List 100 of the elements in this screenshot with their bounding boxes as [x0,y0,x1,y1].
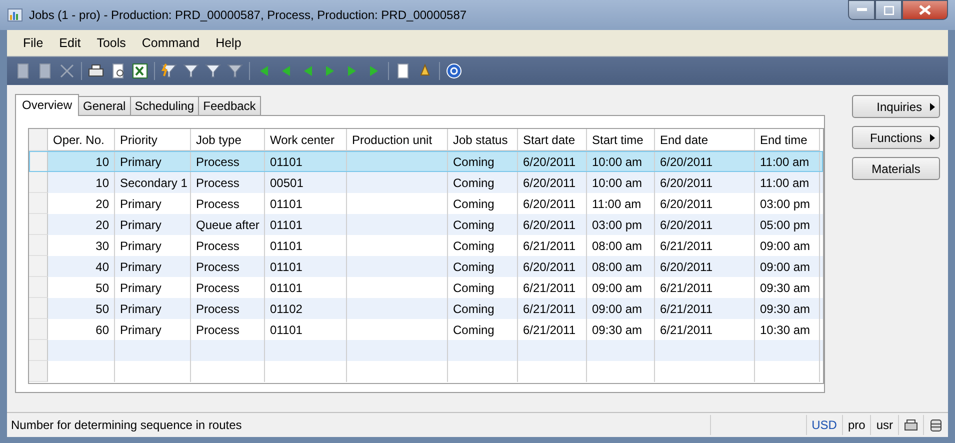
table-cell: Primary [120,322,162,336]
table-cell: 01102 [270,302,302,316]
table-cell: Process [196,280,240,294]
table-cell: 30 [96,238,109,252]
table-cell: 01101 [270,196,302,210]
table-cell: Secondary 1 [120,176,188,190]
table-cell: Coming [453,238,494,252]
table-cell: 05:00 pm [760,218,810,232]
table-cell: Coming [453,218,494,232]
table-row[interactable]: 10 Secondary 1 Process 00501 Coming 6/20/2011 10:00 am 6/20/2011 11:00 am [29,172,823,193]
table-cell: 6/20/2011 [523,154,576,168]
table-row[interactable]: 20 Primary Queue after 01101 Coming 6/20/2011 03:00 pm 6/20/2011 05:00 pm [29,214,823,235]
table-cell: 08:00 am [592,238,642,252]
table-cell: 01101 [270,218,302,232]
table-cell: 10:00 am [592,176,642,190]
table-cell: 6/21/2011 [660,238,712,252]
menu-item[interactable]: Help [208,36,250,50]
table-cell: 6/20/2011 [660,260,712,274]
table-cell: Process [196,196,240,210]
table-row[interactable]: 50 Primary Process 01102 Coming 6/21/2011 09:00 am 6/21/2011 09:30 am [29,298,823,319]
table-cell: 01101 [270,322,302,336]
tab[interactable]: General [78,96,131,115]
table-cell: 6/20/2011 [523,260,576,274]
table-cell: Coming [453,280,494,294]
table-cell: 6/21/2011 [523,302,576,316]
menu-item[interactable]: Command [134,36,208,50]
menu-item[interactable]: Tools [88,36,134,50]
table-cell: 6/20/2011 [523,218,576,232]
table-cell: 50 [96,302,109,316]
table-cell: 6/20/2011 [523,196,576,210]
table-cell: Process [196,176,240,190]
table-cell: Process [196,302,240,316]
column-header[interactable]: Start date [518,129,587,151]
table-cell: 6/21/2011 [660,280,712,294]
table-row[interactable]: 40 Primary Process 01101 Coming 6/20/2011 08:00 am 6/20/2011 09:00 am [29,256,823,277]
table-cell: 09:00 am [760,260,810,274]
table-cell: 6/21/2011 [523,322,576,336]
table-cell: 11:00 am [592,196,642,210]
table-cell: 6/20/2011 [660,154,712,168]
table-cell: Process [196,238,240,252]
column-header[interactable]: End date [655,129,755,151]
table-cell: Primary [120,196,162,210]
table-cell: 6/21/2011 [660,322,712,336]
table-cell: 6/21/2011 [660,302,712,316]
window-title: Jobs (1 - pro) - Production: PRD_00000587, Process, Production: PRD_00000587 [29,8,468,22]
status-field: pro [842,415,870,435]
table-cell: 09:30 am [760,280,810,294]
table-cell: Coming [453,302,494,316]
side-button[interactable]: Functions [852,126,940,149]
table-cell: 40 [96,260,109,274]
menu-item[interactable]: Edit [51,36,89,50]
table-cell: 10 [96,154,109,168]
menu-item[interactable]: File [15,36,52,50]
table-cell: Coming [453,260,494,274]
status-text: Number for determining sequence in routes [10,418,243,432]
table-cell: 6/20/2011 [660,196,712,210]
table-cell: 6/21/2011 [523,238,576,252]
status-field: usr [870,415,898,435]
table-cell: Coming [453,154,494,168]
table-cell: 11:00 am [760,154,810,168]
table-cell: 6/20/2011 [660,218,712,232]
tab[interactable]: Feedback [198,96,261,115]
table-cell: Process [196,260,240,274]
table-cell: 03:00 pm [592,218,642,232]
table-cell: 60 [96,322,109,336]
column-header[interactable]: Job status [448,129,518,151]
table-row[interactable]: 10 Primary Process 01101 Coming 6/20/2011 10:00 am 6/20/2011 11:00 am [29,151,823,172]
table-cell: 20 [96,196,109,210]
tab[interactable]: Overview [15,94,80,116]
table-cell: Process [196,154,240,168]
side-button[interactable]: Materials [852,157,940,180]
table-cell: 09:00 am [592,302,642,316]
table-cell: Primary [120,280,162,294]
column-header[interactable]: Job type [191,129,265,151]
column-header[interactable]: Work center [265,129,347,151]
column-header[interactable]: End time [755,129,820,151]
table-cell: Queue after [196,218,260,232]
table-cell: 09:00 am [592,280,642,294]
column-header[interactable]: Start time [587,129,655,151]
table-cell: 00501 [270,176,304,190]
table-cell: Primary [120,302,162,316]
column-header[interactable]: Priority [115,129,191,151]
table-cell: 6/21/2011 [523,280,576,294]
table-cell: 10:30 am [760,322,810,336]
table-cell: Primary [120,218,162,232]
table-cell: 11:00 am [760,176,810,190]
table-cell: 09:00 am [760,238,810,252]
table-cell: 10:00 am [592,154,642,168]
table-cell: 09:30 am [760,302,810,316]
column-header[interactable]: Oper. No. [48,129,115,151]
table-cell: 6/20/2011 [523,176,576,190]
table-cell: 6/20/2011 [660,176,712,190]
table-cell: Primary [120,238,162,252]
table-cell: Primary [120,154,162,168]
table-cell: Coming [453,176,494,190]
side-button[interactable]: Inquiries [852,95,940,118]
table-cell: 03:00 pm [760,196,810,210]
column-header[interactable]: Production unit [347,129,448,151]
tab[interactable]: Scheduling [130,96,200,115]
table-cell: 09:30 am [592,322,642,336]
